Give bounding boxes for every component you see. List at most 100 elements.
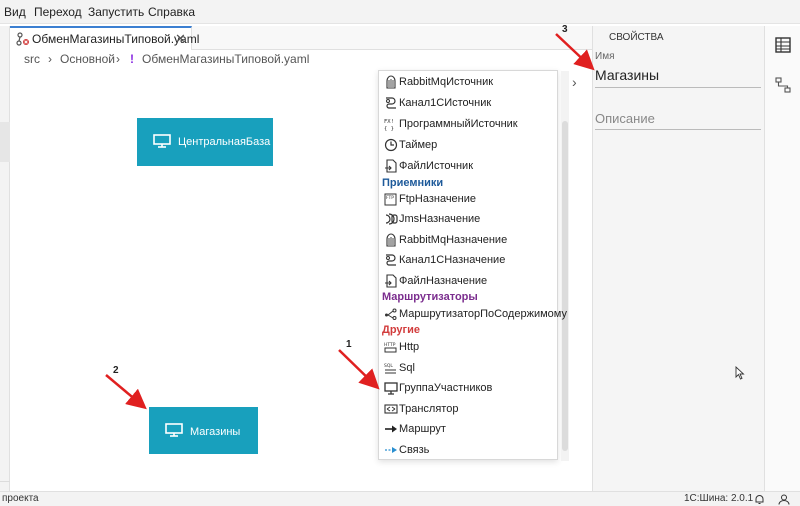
menu-run[interactable]: Запустить — [88, 5, 144, 19]
palette-item-rabbitmq-source[interactable]: RabbitMqИсточник — [379, 72, 557, 92]
left-strip-selection — [0, 122, 10, 162]
node-label: ЦентральнаяБаза — [178, 136, 271, 148]
palette-item-link[interactable]: Связь — [379, 440, 557, 460]
name-field[interactable]: Магазины — [595, 67, 659, 83]
breadcrumb-src[interactable]: src — [24, 52, 40, 66]
palette-item-content-router[interactable]: МаршрутизаторПоСодержимому — [379, 304, 567, 324]
svg-text:FTP: FTP — [386, 195, 394, 201]
tab-file[interactable]: ОбменМагазиныТиповой.yaml ✕ — [10, 26, 199, 50]
code-icon: FX!{ } — [384, 119, 394, 131]
palette-item-file-source[interactable]: ФайлИсточник — [379, 156, 557, 176]
version-label: 1С:Шина: 2.0.1 — [684, 493, 754, 504]
monitor-icon — [153, 134, 171, 148]
bell-icon[interactable] — [754, 494, 765, 505]
left-strip — [0, 26, 10, 491]
clock-icon — [384, 138, 398, 152]
channel-1c-icon — [386, 254, 396, 266]
palette-item-label: ПрограммныйИсточник — [399, 118, 518, 130]
palette-item-label: ФайлНазначение — [399, 275, 488, 287]
breadcrumb: src › Основной › ! ОбменМагазиныТиповой.… — [10, 50, 592, 68]
palette-item-rabbitmq-destination[interactable]: RabbitMqНазначение — [379, 230, 557, 250]
palette-item-label: ФайлИсточник — [399, 160, 474, 172]
left-strip-divider — [0, 481, 10, 482]
breadcrumb-separator-icon: › — [116, 52, 120, 66]
palette-item-label: Транслятор — [399, 403, 459, 415]
palette-item-label: Маршрут — [399, 423, 446, 435]
svg-text:HTTP: HTTP — [384, 342, 396, 348]
palette-item-label: Таймер — [399, 139, 438, 151]
palette-item-label: Канал1СНазначение — [399, 254, 506, 266]
table-icon[interactable] — [774, 36, 792, 54]
breadcrumb-file[interactable]: ОбменМагазиныТиповой.yaml — [142, 52, 309, 66]
description-field-underline — [595, 129, 761, 130]
palette-item-jms-destination[interactable]: JmsНазначение — [379, 209, 557, 229]
palette-item-timer[interactable]: Таймер — [379, 135, 557, 155]
http-icon: HTTP — [384, 342, 397, 353]
node-stores[interactable]: Магазины — [149, 407, 258, 454]
palette-item-channel-1c-destination[interactable]: Канал1СНазначение — [379, 250, 557, 270]
palette-item-translator[interactable]: Транслятор — [379, 399, 557, 419]
yaml-icon: ! — [130, 52, 134, 66]
annotation-number-3: 3 — [562, 24, 568, 35]
palette-item-label: Связь — [399, 444, 430, 456]
right-toolbar — [764, 26, 800, 491]
arrow-right-icon — [385, 425, 397, 433]
palette-item-label: Sql — [399, 362, 415, 374]
properties-title: СВОЙСТВА — [609, 32, 664, 43]
palette-item-participant-group[interactable]: ГруппаУчастников — [379, 378, 557, 398]
graph-file-icon — [16, 32, 29, 46]
properties-panel: СВОЙСТВА Имя Магазины Описание — [592, 26, 764, 491]
monitor-icon — [384, 382, 398, 395]
router-icon — [385, 308, 397, 320]
menu-help[interactable]: Справка — [148, 5, 195, 19]
rabbit-icon — [386, 75, 396, 89]
monitor-icon — [165, 423, 183, 437]
file-icon — [385, 159, 397, 173]
palette-item-http[interactable]: HTTP Http — [379, 337, 557, 357]
palette-item-label: ГруппаУчастников — [399, 382, 493, 394]
menu-view[interactable]: Вид — [4, 5, 26, 19]
svg-text:FX!: FX! — [384, 119, 394, 125]
palette-item-sql[interactable]: SQL Sql — [379, 358, 557, 378]
palette-item-file-destination[interactable]: ФайлНазначение — [379, 271, 557, 291]
menu-bar: Вид Переход Запустить Справка — [0, 0, 800, 24]
node-central-base[interactable]: ЦентральнаяБаза — [137, 118, 273, 166]
name-field-underline — [595, 87, 761, 88]
menu-go[interactable]: Переход — [34, 5, 82, 19]
diagram-icon[interactable] — [774, 76, 792, 94]
status-bar: проекта 1С:Шина: 2.0.1 — [0, 491, 800, 506]
node-label: Магазины — [190, 426, 241, 438]
channel-1c-icon — [386, 97, 396, 109]
breadcrumb-separator-icon: › — [48, 52, 52, 66]
palette-item-label: Канал1СИсточник — [399, 97, 492, 109]
ftp-icon: FTP — [384, 193, 397, 206]
editor-tab-bar: ОбменМагазиныТиповой.yaml ✕ — [10, 26, 592, 50]
palette-item-label: Http — [399, 341, 420, 353]
annotation-number-1: 1 — [346, 339, 352, 350]
palette-scroll-thumb[interactable] — [562, 121, 568, 451]
rabbit-icon — [386, 233, 396, 247]
link-icon — [385, 447, 397, 453]
palette-item-label: МаршрутизаторПоСодержимому — [399, 308, 567, 320]
component-palette: RabbitMqИсточник Канал1СИсточник FX!{ } … — [378, 70, 569, 461]
close-icon[interactable]: ✕ — [175, 31, 186, 47]
mouse-cursor-icon — [735, 366, 745, 380]
palette-item-route[interactable]: Маршрут — [379, 419, 557, 439]
file-icon — [385, 274, 397, 288]
annotation-number-2: 2 — [113, 365, 119, 376]
palette-item-label: JmsНазначение — [399, 213, 481, 225]
chevron-right-icon[interactable]: › — [572, 74, 577, 90]
palette-item-label: RabbitMqНазначение — [399, 234, 508, 246]
translator-icon — [384, 404, 398, 414]
breadcrumb-main[interactable]: Основной — [60, 52, 115, 66]
status-left-text: проекта — [2, 493, 39, 504]
palette-item-ftp-destination[interactable]: FTP FtpНазначение — [379, 189, 557, 209]
feedback-icon[interactable] — [778, 494, 790, 505]
description-field[interactable]: Описание — [595, 111, 655, 126]
svg-text:{ }: { } — [384, 126, 394, 131]
palette-item-channel-1c-source[interactable]: Канал1СИсточник — [379, 93, 557, 113]
palette-item-program-source[interactable]: FX!{ } ПрограммныйИсточник — [379, 114, 557, 134]
svg-text:SQL: SQL — [384, 363, 393, 369]
name-label: Имя — [595, 51, 615, 62]
palette-item-label: FtpНазначение — [399, 193, 477, 205]
